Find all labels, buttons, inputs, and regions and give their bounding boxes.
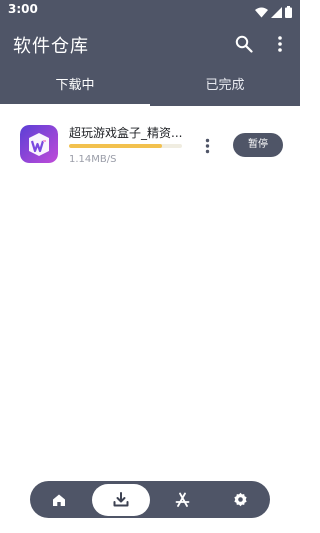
settings-icon <box>234 492 247 507</box>
more-vert-icon <box>278 36 282 52</box>
download-progress-bar <box>69 144 182 148</box>
nav-settings[interactable] <box>215 484 267 516</box>
signal-icon <box>271 3 282 22</box>
download-icon <box>113 492 129 507</box>
download-progress-fill <box>69 144 162 148</box>
app-icon <box>20 125 58 163</box>
app-actions <box>232 32 292 56</box>
download-list: 超玩游戏盒子_精资... 1.14MB/S 暂停 <box>0 106 300 186</box>
battery-icon <box>285 3 292 22</box>
app-store-icon <box>175 492 190 507</box>
tab-completed[interactable]: 已完成 <box>150 68 300 106</box>
item-more-button[interactable] <box>199 136 215 156</box>
wifi-icon <box>255 3 268 22</box>
app-bar: 软件仓库 <box>0 24 300 64</box>
nav-app-store[interactable] <box>156 484 208 516</box>
page-title: 软件仓库 <box>13 36 89 57</box>
tab-completed-label: 已完成 <box>205 78 245 93</box>
tab-bar: 下载中 已完成 <box>0 68 300 106</box>
download-name: 超玩游戏盒子_精资... <box>69 126 183 140</box>
tab-downloading[interactable]: 下载中 <box>0 68 150 106</box>
header: 3:00 软件仓库 下载中 已完成 <box>0 0 300 106</box>
status-icons <box>255 3 292 22</box>
overflow-menu-button[interactable] <box>268 32 292 56</box>
home-icon <box>53 494 66 506</box>
status-time: 3:00 <box>8 2 38 16</box>
more-vert-icon <box>205 138 209 154</box>
download-item[interactable]: 超玩游戏盒子_精资... 1.14MB/S 暂停 <box>0 106 300 186</box>
download-speed: 1.14MB/S <box>69 154 117 165</box>
bottom-nav <box>30 481 270 518</box>
tab-downloading-label: 下载中 <box>55 78 95 93</box>
status-bar: 3:00 <box>0 0 300 20</box>
nav-home[interactable] <box>33 484 85 516</box>
nav-download[interactable] <box>91 483 150 516</box>
search-icon <box>235 35 253 53</box>
pause-button[interactable]: 暂停 <box>233 133 283 157</box>
search-button[interactable] <box>232 32 256 56</box>
